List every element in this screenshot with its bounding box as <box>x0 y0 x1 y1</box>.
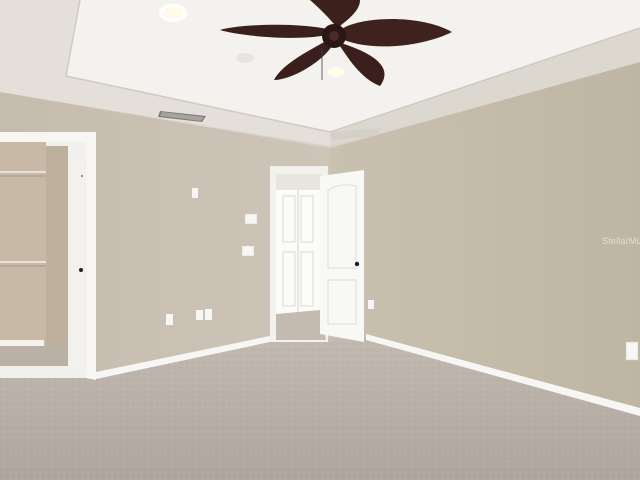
bedroom-photo <box>0 0 640 480</box>
closet-door <box>68 152 84 374</box>
watermark: StellarMLS <box>602 236 640 246</box>
doorway <box>270 166 328 342</box>
bedroom-door-open <box>320 170 364 342</box>
